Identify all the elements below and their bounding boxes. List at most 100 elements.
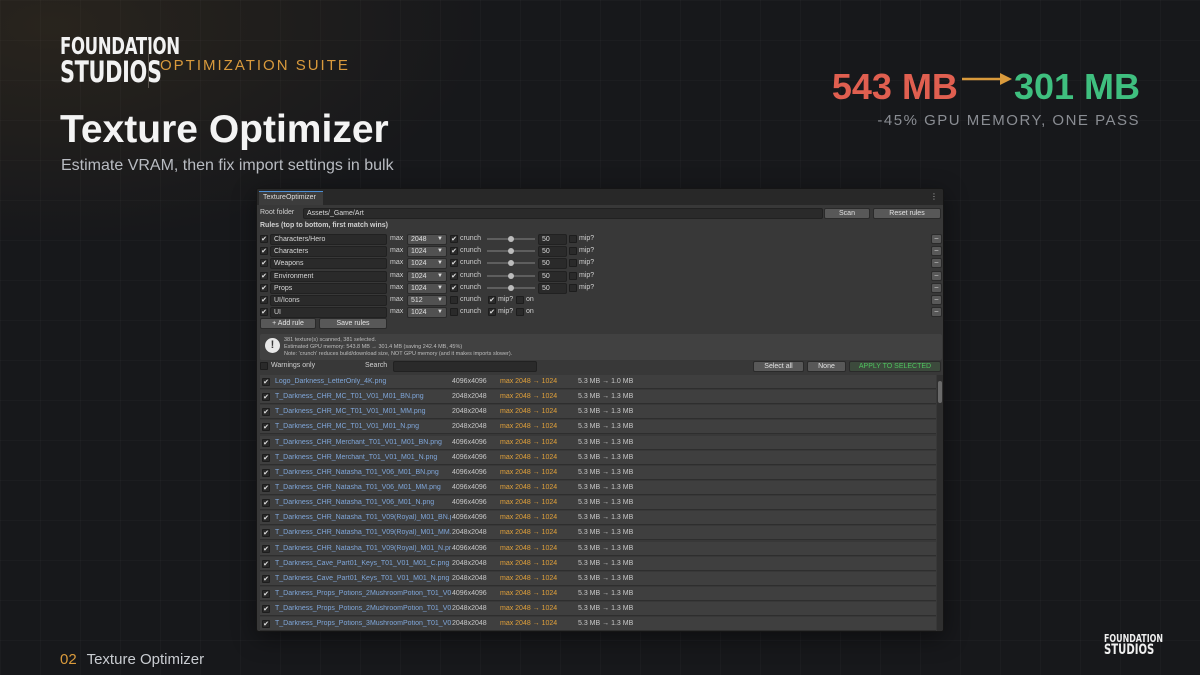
texture-list-scrollbar[interactable] — [937, 375, 943, 631]
rule-enabled-checkbox[interactable]: ✔ — [260, 271, 268, 280]
apply-to-selected-button[interactable]: APPLY TO SELECTED — [849, 361, 941, 372]
texture-name-link[interactable]: T_Darkness_CHR_Natasha_T01_V09(Royal)_M0… — [275, 529, 451, 536]
rule-quality-knob[interactable] — [508, 236, 514, 242]
rule-max-dropdown[interactable]: 512 ▼ — [407, 295, 447, 306]
kebab-menu-icon[interactable]: ⋮ — [930, 192, 938, 201]
rule-enabled-checkbox[interactable]: ✔ — [260, 308, 268, 317]
texture-name-link[interactable]: T_Darkness_CHR_MC_T01_V01_M01_N.png — [275, 423, 451, 430]
texture-select-checkbox[interactable]: ✔ — [262, 514, 270, 523]
rule-crunch-checkbox[interactable]: ✔ — [450, 259, 458, 268]
add-rule-button[interactable]: + Add rule — [260, 318, 316, 329]
rule-path-field[interactable]: UI/Icons — [270, 295, 387, 306]
save-rules-button[interactable]: Save rules — [319, 318, 387, 329]
rule-max-dropdown[interactable]: 1024 ▼ — [407, 270, 447, 282]
rule-path-field[interactable]: Environment — [270, 270, 387, 282]
reset-rules-button[interactable]: Reset rules — [873, 208, 941, 219]
remove-rule-button[interactable]: – — [931, 234, 942, 244]
rule-mip-checkbox[interactable] — [569, 235, 577, 243]
table-row[interactable]: ✔ T_Darkness_Props_Potions_3MushroomPotio… — [260, 617, 936, 631]
rule-quality-knob[interactable] — [508, 248, 514, 255]
rule-quality-field[interactable]: 50 — [538, 234, 567, 245]
texture-name-link[interactable]: T_Darkness_Props_Potions_2MushroomPotion… — [275, 605, 451, 612]
remove-rule-button[interactable]: – — [931, 307, 942, 318]
texture-select-checkbox[interactable]: ✔ — [262, 574, 270, 583]
texture-name-link[interactable]: Logo_Darkness_LetterOnly_4K.png — [275, 378, 451, 385]
texture-select-checkbox[interactable]: ✔ — [262, 559, 270, 568]
search-input[interactable] — [393, 361, 537, 372]
texture-select-checkbox[interactable]: ✔ — [262, 408, 270, 417]
table-row[interactable]: ✔ T_Darkness_CHR_Natasha_T01_V09(Royal)_M… — [260, 526, 936, 541]
root-folder-field[interactable]: Assets/_Game/Art — [303, 208, 823, 219]
rule-on-checkbox[interactable] — [516, 296, 524, 304]
rule-mip-checkbox[interactable] — [569, 259, 577, 268]
texture-select-checkbox[interactable]: ✔ — [262, 499, 270, 508]
texture-name-link[interactable]: T_Darkness_CHR_Natasha_T01_V09(Royal)_M0… — [275, 545, 451, 552]
table-row[interactable]: ✔ T_Darkness_CHR_Natasha_T01_V06_M01_MM.p… — [260, 480, 936, 495]
select-all-button[interactable]: Select all — [753, 361, 804, 372]
rule-enabled-checkbox[interactable]: ✔ — [260, 235, 268, 243]
rule-crunch-checkbox[interactable]: ✔ — [450, 283, 458, 292]
texture-select-checkbox[interactable]: ✔ — [262, 620, 270, 629]
texture-select-checkbox[interactable]: ✔ — [262, 605, 270, 614]
texture-select-checkbox[interactable]: ✔ — [262, 423, 270, 432]
texture-name-link[interactable]: T_Darkness_CHR_Natasha_T01_V06_M01_N.png — [275, 499, 451, 506]
table-row[interactable]: ✔ T_Darkness_Props_Potions_2MushroomPotio… — [260, 586, 936, 601]
rule-mip-checkbox[interactable]: ✔ — [488, 296, 496, 304]
tab-texture-optimizer[interactable]: TextureOptimizer — [259, 191, 323, 205]
remove-rule-button[interactable]: – — [931, 246, 942, 257]
table-row[interactable]: ✔ T_Darkness_CHR_Natasha_T01_V09(Royal)_M… — [260, 511, 936, 526]
table-row[interactable]: ✔ T_Darkness_Cave_Part01_Keys_T01_V01_M01… — [260, 556, 936, 571]
rule-crunch-checkbox[interactable]: ✔ — [450, 271, 458, 280]
rule-mip-checkbox[interactable] — [569, 283, 577, 292]
texture-name-link[interactable]: T_Darkness_CHR_MC_T01_V01_M01_BN.png — [275, 393, 451, 400]
table-row[interactable]: ✔ T_Darkness_CHR_Merchant_T01_V01_M01_N.p… — [260, 450, 936, 465]
texture-select-checkbox[interactable]: ✔ — [262, 438, 270, 447]
rule-enabled-checkbox[interactable]: ✔ — [260, 296, 268, 304]
texture-name-link[interactable]: T_Darkness_CHR_Natasha_T01_V06_M01_MM.pn… — [275, 484, 451, 491]
rule-path-field[interactable]: UI — [270, 307, 387, 319]
select-none-button[interactable]: None — [807, 361, 846, 372]
rule-max-dropdown[interactable]: 1024 ▼ — [407, 282, 447, 294]
texture-name-link[interactable]: T_Darkness_CHR_Merchant_T01_V01_M01_N.pn… — [275, 454, 451, 461]
remove-rule-button[interactable]: – — [931, 270, 942, 281]
texture-select-checkbox[interactable]: ✔ — [262, 483, 270, 492]
rule-quality-field[interactable]: 50 — [538, 282, 567, 294]
texture-name-link[interactable]: T_Darkness_CHR_Merchant_T01_V01_M01_BN.p… — [275, 439, 451, 446]
rule-max-dropdown[interactable]: 1024 ▼ — [407, 246, 447, 258]
table-row[interactable]: ✔ Logo_Darkness_LetterOnly_4K.png 4096x409… — [260, 375, 936, 389]
rule-max-dropdown[interactable]: 1024 ▼ — [407, 307, 447, 319]
table-row[interactable]: ✔ T_Darkness_Cave_Part01_Keys_T01_V01_M01… — [260, 571, 936, 586]
scan-button[interactable]: Scan — [824, 208, 870, 219]
texture-select-checkbox[interactable]: ✔ — [262, 468, 270, 477]
table-row[interactable]: ✔ T_Darkness_CHR_MC_T01_V01_M01_BN.png 204… — [260, 390, 936, 405]
rule-path-field[interactable]: Props — [270, 282, 387, 294]
table-row[interactable]: ✔ T_Darkness_CHR_MC_T01_V01_M01_N.png 2048… — [260, 420, 936, 435]
texture-select-checkbox[interactable]: ✔ — [262, 589, 270, 598]
table-row[interactable]: ✔ T_Darkness_CHR_Merchant_T01_V01_M01_BN.… — [260, 435, 936, 450]
rule-enabled-checkbox[interactable]: ✔ — [260, 259, 268, 268]
rule-crunch-checkbox[interactable]: ✔ — [450, 247, 458, 256]
rule-quality-field[interactable]: 50 — [538, 258, 567, 270]
rule-enabled-checkbox[interactable]: ✔ — [260, 247, 268, 256]
texture-name-link[interactable]: T_Darkness_Cave_Part01_Keys_T01_V01_M01_… — [275, 560, 451, 567]
texture-select-checkbox[interactable]: ✔ — [262, 529, 270, 538]
rule-mip-checkbox[interactable] — [569, 247, 577, 256]
rule-mip-checkbox[interactable] — [569, 271, 577, 280]
texture-select-checkbox[interactable]: ✔ — [262, 378, 270, 386]
rule-path-field[interactable]: Weapons — [270, 258, 387, 270]
rule-max-dropdown[interactable]: 2048 ▼ — [407, 234, 447, 245]
rule-crunch-checkbox[interactable] — [450, 296, 458, 304]
texture-name-link[interactable]: T_Darkness_CHR_Natasha_T01_V06_M01_BN.pn… — [275, 469, 451, 476]
rule-path-field[interactable]: Characters — [270, 246, 387, 258]
rule-max-dropdown[interactable]: 1024 ▼ — [407, 258, 447, 270]
rule-crunch-checkbox[interactable] — [450, 308, 458, 317]
texture-name-link[interactable]: T_Darkness_Props_Potions_3MushroomPotion… — [275, 620, 451, 627]
rule-path-field[interactable]: Characters/Hero — [270, 234, 387, 245]
table-row[interactable]: ✔ T_Darkness_CHR_Natasha_T01_V06_M01_BN.p… — [260, 465, 936, 480]
rule-quality-knob[interactable] — [508, 284, 514, 291]
texture-select-checkbox[interactable]: ✔ — [262, 393, 270, 402]
scrollbar-thumb[interactable] — [938, 381, 942, 403]
rule-quality-knob[interactable] — [508, 272, 514, 279]
texture-name-link[interactable]: T_Darkness_CHR_Natasha_T01_V09(Royal)_M0… — [275, 514, 451, 521]
rule-mip-checkbox[interactable]: ✔ — [488, 308, 496, 317]
